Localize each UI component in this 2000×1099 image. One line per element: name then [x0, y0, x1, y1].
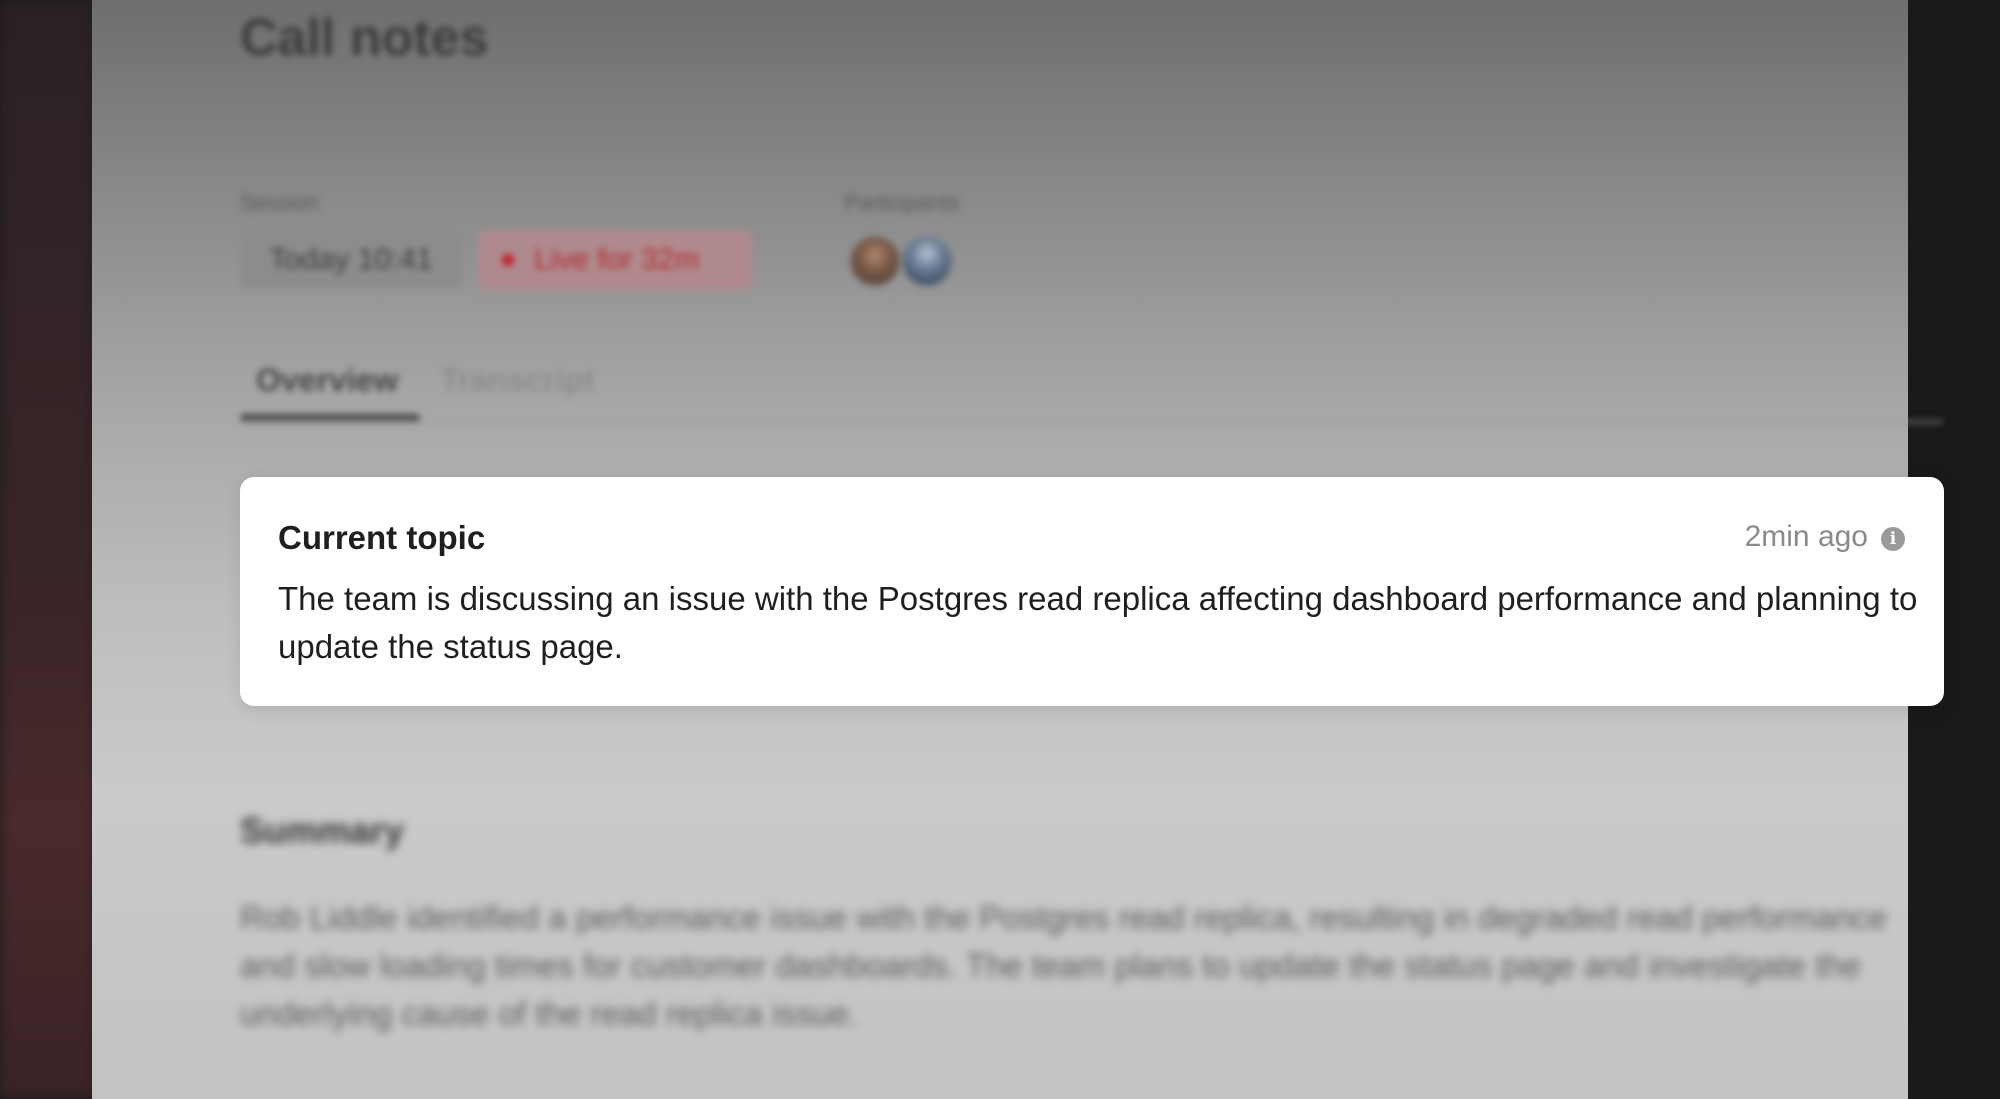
live-status-badge: Live for 32m: [478, 230, 752, 290]
current-topic-timestamp: 2min ago: [1744, 520, 1868, 553]
session-label: Session: [240, 190, 319, 215]
current-topic-text: The team is discussing an issue with the…: [278, 580, 1918, 665]
info-icon[interactable]: i: [1881, 527, 1905, 551]
call-notes-window: Call notes Session Today 10:41 Live for …: [92, 0, 1944, 1099]
avatar[interactable]: [848, 234, 902, 288]
current-topic-card: Current topic 2min ago i The team is dis…: [240, 477, 1944, 706]
current-topic-title: Current topic: [278, 519, 486, 556]
tab-transcript[interactable]: Transcript: [440, 362, 595, 399]
background-left: [0, 0, 95, 1099]
page-title: Call notes: [240, 9, 489, 67]
summary-text: Rob Liddle identified a performance issu…: [240, 899, 1888, 1032]
live-status-text: Live for 32m: [534, 243, 700, 276]
tab-overview[interactable]: Overview: [256, 362, 398, 399]
participants-label: Participants: [844, 190, 959, 215]
active-tab-indicator: [240, 414, 420, 421]
summary-title: Summary: [240, 810, 405, 851]
live-dot-icon: [502, 254, 514, 266]
session-time: Today 10:41: [240, 232, 462, 288]
tabs-divider: [240, 421, 1942, 423]
avatar[interactable]: [900, 234, 954, 288]
